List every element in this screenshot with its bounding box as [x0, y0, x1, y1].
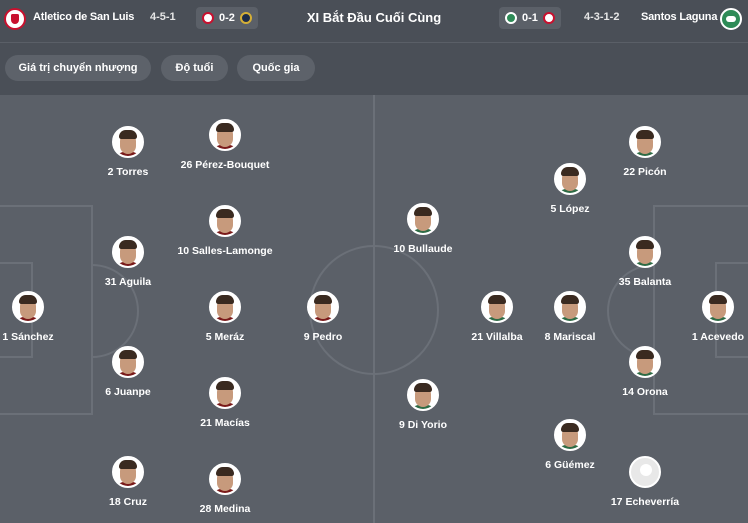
lineup-header: Atletico de San Luis 4-5-1 0-2 XI Bắt Đầ… — [0, 0, 748, 43]
player-balanta[interactable]: 35 Balanta — [595, 236, 695, 288]
player-salles-lamonge[interactable]: 10 Salles-Lamonge — [175, 205, 275, 257]
player-medina[interactable]: 28 Medina — [175, 463, 275, 515]
page-title: XI Bắt Đầu Cuối Cùng — [306, 10, 442, 25]
player-label: 28 Medina — [199, 503, 251, 515]
player-echeverria[interactable]: 17 Echeverría — [595, 456, 695, 508]
player-label: 8 Mariscal — [544, 331, 596, 343]
filter-market-value-button[interactable]: Giá trị chuyển nhượng — [5, 55, 151, 81]
player-label: 1 Acevedo — [691, 331, 745, 343]
away-formation: 4-3-1-2 — [584, 11, 620, 23]
player-photo — [209, 205, 241, 237]
player-label: 21 Macías — [200, 417, 250, 429]
player-torres[interactable]: 2 Torres — [78, 126, 178, 178]
player-photo — [554, 291, 586, 323]
player-orona[interactable]: 14 Orona — [595, 346, 695, 398]
player-photo — [209, 119, 241, 151]
player-label: 1 Sánchez — [2, 331, 54, 343]
player-label: 5 López — [550, 203, 590, 215]
player-label: 5 Meráz — [205, 331, 245, 343]
player-lopez[interactable]: 5 López — [520, 163, 620, 215]
player-photo — [112, 236, 144, 268]
away-last-score: 0-1 — [522, 12, 538, 24]
player-acevedo[interactable]: 1 Acevedo — [668, 291, 748, 343]
player-perez-bouquet[interactable]: 26 Pérez-Bouquet — [175, 119, 275, 171]
player-photo — [12, 291, 44, 323]
player-photo — [209, 377, 241, 409]
player-photo — [554, 419, 586, 451]
player-photo — [629, 236, 661, 268]
player-photo — [307, 291, 339, 323]
player-photo — [209, 291, 241, 323]
filter-bar: Giá trị chuyển nhượng Độ tuổi Quốc gia — [0, 43, 748, 95]
player-photo — [629, 346, 661, 378]
pitch: 2 Torres 26 Pérez-Bouquet 10 Salles-Lamo… — [0, 95, 748, 523]
player-photo — [407, 203, 439, 235]
player-photo — [407, 379, 439, 411]
player-label: 10 Salles-Lamonge — [177, 245, 273, 257]
away-badge-icon — [505, 12, 517, 24]
player-label: 2 Torres — [107, 166, 149, 178]
player-photo — [112, 346, 144, 378]
player-photo — [702, 291, 734, 323]
player-macias[interactable]: 21 Macías — [175, 377, 275, 429]
away-team-name[interactable]: Santos Laguna — [641, 11, 717, 23]
player-label: 9 Di Yorio — [398, 419, 448, 431]
player-photo — [209, 463, 241, 495]
player-label: 35 Balanta — [618, 276, 672, 288]
away-team-logo-icon[interactable] — [720, 8, 742, 30]
filter-nationality-button[interactable]: Quốc gia — [237, 55, 315, 81]
player-photo-placeholder — [629, 456, 661, 488]
player-label: 10 Bullaude — [393, 243, 453, 255]
player-bullaude[interactable]: 10 Bullaude — [373, 203, 473, 255]
player-label: 18 Cruz — [109, 496, 147, 508]
away-last-match-chip[interactable]: 0-1 — [499, 7, 561, 29]
player-meraz[interactable]: 5 Meráz — [175, 291, 275, 343]
player-juanpe[interactable]: 6 Juanpe — [78, 346, 178, 398]
player-photo — [112, 126, 144, 158]
player-label: 17 Echeverría — [610, 496, 680, 508]
player-pedro[interactable]: 9 Pedro — [273, 291, 373, 343]
player-label: 9 Pedro — [303, 331, 343, 343]
player-di-yorio[interactable]: 9 Di Yorio — [373, 379, 473, 431]
opponent-badge-icon — [542, 12, 555, 24]
player-photo — [554, 163, 586, 195]
player-cruz[interactable]: 18 Cruz — [78, 456, 178, 508]
player-aguila[interactable]: 31 Aguila — [78, 236, 178, 288]
player-photo — [112, 456, 144, 488]
player-label: 26 Pérez-Bouquet — [180, 159, 270, 171]
player-photo — [481, 291, 513, 323]
player-photo — [629, 126, 661, 158]
player-label: 14 Orona — [622, 386, 668, 398]
filter-age-button[interactable]: Độ tuổi — [161, 55, 228, 81]
player-label: 31 Aguila — [104, 276, 152, 288]
player-mariscal[interactable]: 8 Mariscal — [520, 291, 620, 343]
player-label: 6 Juanpe — [105, 386, 151, 398]
player-sanchez[interactable]: 1 Sánchez — [0, 291, 78, 343]
